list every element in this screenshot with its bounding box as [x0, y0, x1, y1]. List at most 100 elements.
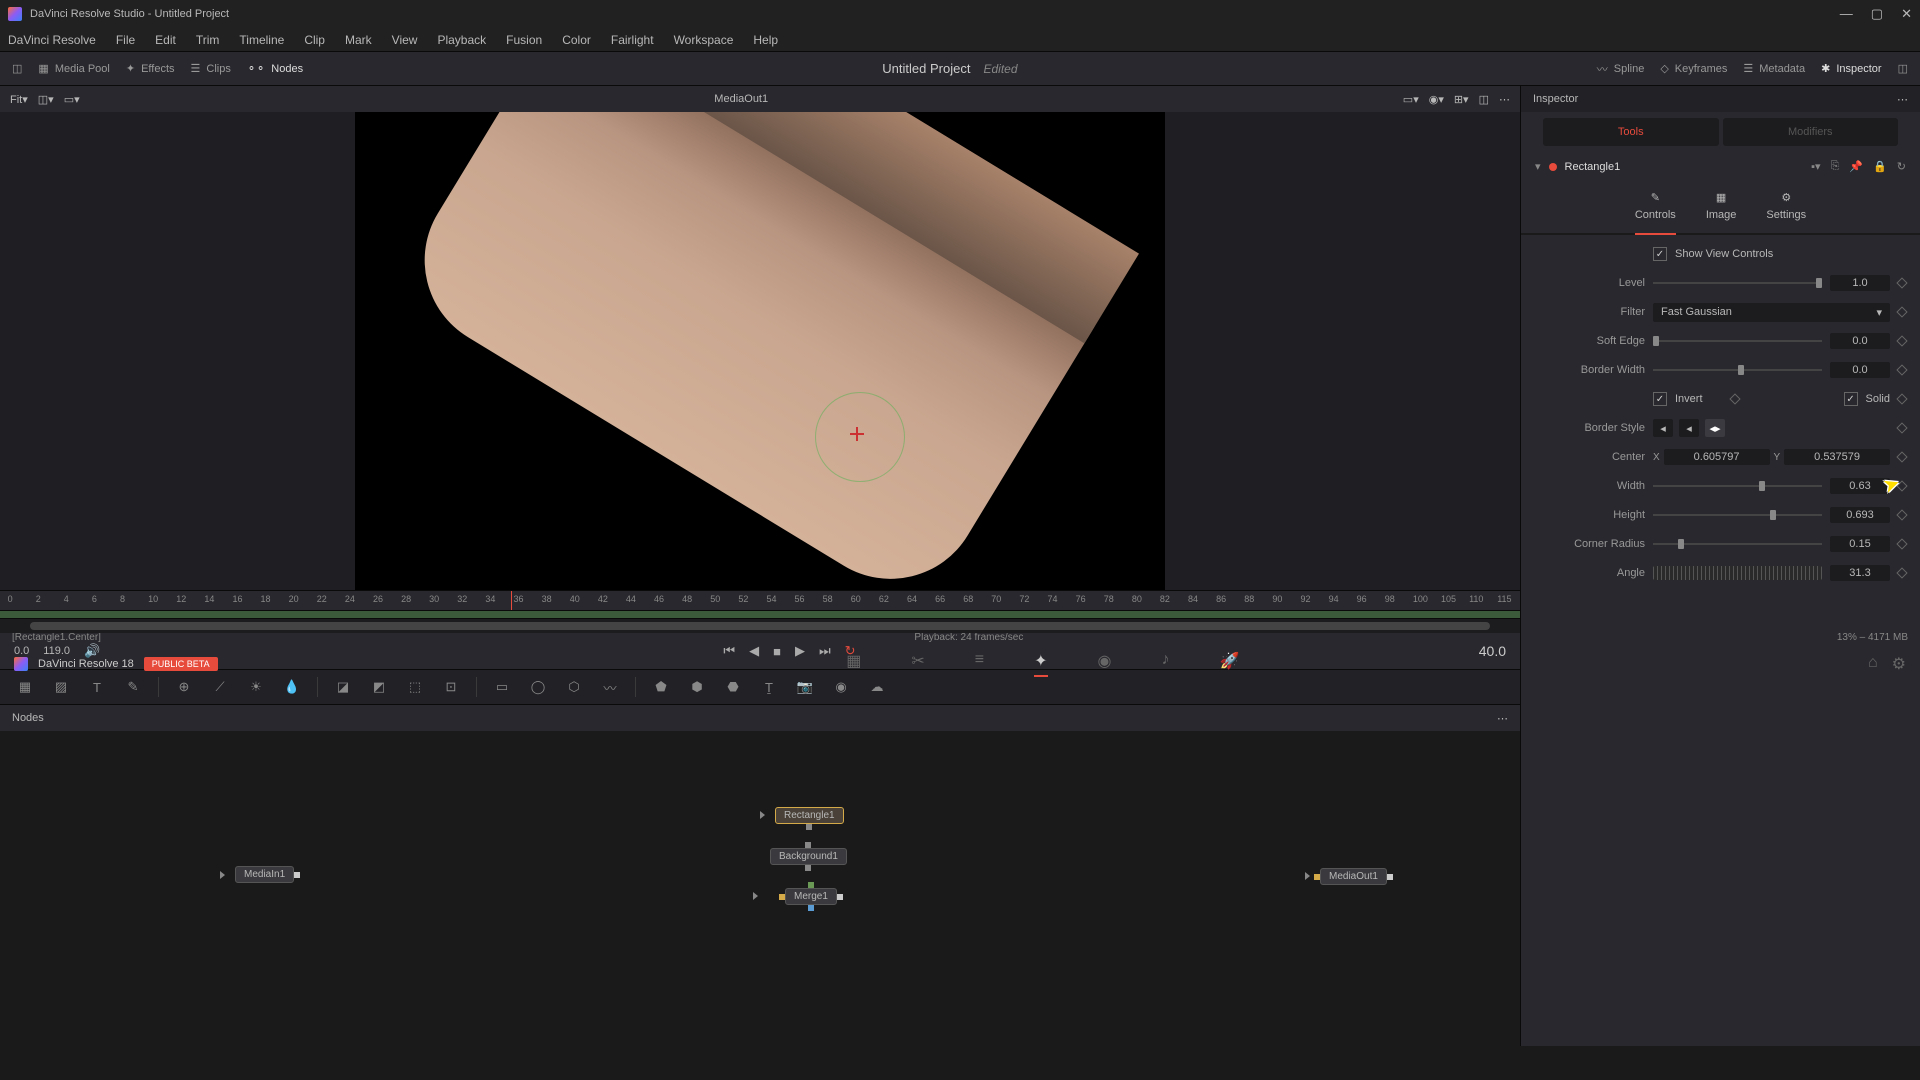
viewer-opt-2[interactable]: ◉▾ [1429, 93, 1444, 106]
center-marker[interactable] [845, 422, 869, 446]
tool-resize[interactable]: ⊡ [440, 676, 462, 698]
tool-3d-render[interactable]: ☁ [866, 676, 888, 698]
invert-keyframe[interactable] [1729, 393, 1740, 404]
fit-dropdown[interactable]: Fit▾ [10, 93, 28, 106]
version-icon[interactable]: ▪▾ [1811, 160, 1820, 173]
tool-3d-3[interactable]: ⬣ [722, 676, 744, 698]
menu-mark[interactable]: Mark [345, 33, 372, 47]
tool-3d-text[interactable]: Ṯ [758, 676, 780, 698]
menu-playback[interactable]: Playback [437, 33, 486, 47]
lock-icon[interactable]: 🔒 [1873, 160, 1887, 173]
tool-ellipse[interactable]: ◯ [527, 676, 549, 698]
corner-slider[interactable] [1653, 543, 1822, 545]
tab-modifiers[interactable]: Modifiers [1723, 118, 1899, 146]
borderstyle-3[interactable]: ◂▸ [1705, 419, 1725, 437]
tool-blur[interactable]: 💧 [281, 676, 303, 698]
effects-button[interactable]: ✦ Effects [126, 62, 175, 75]
home-icon[interactable]: ⌂ [1868, 654, 1878, 674]
menu-trim[interactable]: Trim [196, 33, 220, 47]
ctrl-tab-controls[interactable]: ✎Controls [1635, 189, 1676, 235]
tool-paint[interactable]: ✎ [122, 676, 144, 698]
level-slider[interactable] [1653, 282, 1822, 284]
menu-help[interactable]: Help [753, 33, 778, 47]
menu-timeline[interactable]: Timeline [239, 33, 284, 47]
node-rectangle[interactable]: Rectangle1 [775, 807, 844, 824]
menu-clip[interactable]: Clip [304, 33, 325, 47]
page-color[interactable]: ◉ [1098, 651, 1112, 677]
nodes-more-icon[interactable]: ⋯ [1497, 712, 1508, 725]
tool-3d-1[interactable]: ⬟ [650, 676, 672, 698]
viewer-opt-3[interactable]: ⊞▾ [1454, 93, 1469, 106]
tool-planar[interactable]: ⟋ [209, 676, 231, 698]
range-end[interactable]: 119.0 [43, 645, 70, 657]
viewer-split-icon[interactable]: ▭▾ [64, 93, 80, 106]
angle-keyframe[interactable] [1896, 567, 1907, 578]
nodes-button[interactable]: ⚬⚬ Nodes [247, 62, 303, 75]
menu-fusion[interactable]: Fusion [506, 33, 542, 47]
menu-view[interactable]: View [392, 33, 418, 47]
tool-background[interactable]: ▦ [14, 676, 36, 698]
borderwidth-value[interactable]: 0.0 [1830, 362, 1890, 378]
invert-check[interactable] [1653, 392, 1667, 406]
tool-3d-cam[interactable]: 📷 [794, 676, 816, 698]
solid-check[interactable] [1844, 392, 1858, 406]
current-frame[interactable]: 40.0 [1479, 643, 1506, 659]
menu-fairlight[interactable]: Fairlight [611, 33, 654, 47]
node-view-tri[interactable] [753, 892, 758, 900]
menu-color[interactable]: Color [562, 33, 591, 47]
softedge-value[interactable]: 0.0 [1830, 333, 1890, 349]
softedge-slider[interactable] [1653, 340, 1822, 342]
reset-icon[interactable]: ↻ [1897, 160, 1906, 173]
tool-3d-light[interactable]: ◉ [830, 676, 852, 698]
ctrl-tab-settings[interactable]: ⚙Settings [1766, 189, 1806, 225]
tool-transform[interactable]: ⬚ [404, 676, 426, 698]
borderstyle-keyframe[interactable] [1896, 422, 1907, 433]
borderwidth-slider[interactable] [1653, 369, 1822, 371]
height-value[interactable]: 0.693 [1830, 507, 1890, 523]
menu-workspace[interactable]: Workspace [674, 33, 734, 47]
settings-icon[interactable]: ⚙ [1892, 654, 1906, 674]
node-background[interactable]: Background1 [770, 848, 847, 865]
tool-bspline[interactable]: 〰 [599, 676, 621, 698]
center-y[interactable]: 0.537579 [1784, 449, 1890, 465]
expand-right-icon[interactable]: ◫ [1898, 62, 1908, 75]
center-keyframe[interactable] [1896, 451, 1907, 462]
viewport[interactable] [0, 112, 1520, 590]
node-view-tri[interactable] [1305, 872, 1310, 880]
height-slider[interactable] [1653, 514, 1822, 516]
corner-keyframe[interactable] [1896, 538, 1907, 549]
tool-tracker[interactable]: ⊕ [173, 676, 195, 698]
pin-icon[interactable]: 📌 [1849, 160, 1863, 173]
keyframes-button[interactable]: ◇ Keyframes [1660, 62, 1727, 75]
tool-polygon[interactable]: ⬡ [563, 676, 585, 698]
borderstyle-2[interactable]: ◂ [1679, 419, 1699, 437]
page-edit[interactable]: ≡ [975, 651, 984, 677]
node-mediain[interactable]: MediaIn1 [235, 866, 294, 883]
page-cut[interactable]: ✂ [911, 651, 924, 677]
enable-dot[interactable] [1549, 163, 1557, 171]
last-frame-button[interactable]: ⏭ [819, 643, 831, 659]
viewer-layout-icon[interactable]: ◫▾ [38, 93, 54, 106]
tool-rectangle[interactable]: ▭ [491, 676, 513, 698]
tool-text[interactable]: T [86, 676, 108, 698]
page-deliver[interactable]: 🚀 [1219, 651, 1239, 677]
height-keyframe[interactable] [1896, 509, 1907, 520]
spline-button[interactable]: 〰 Spline [1597, 61, 1645, 77]
tool-3d-2[interactable]: ⬢ [686, 676, 708, 698]
play-reverse-button[interactable]: ◀ [749, 643, 759, 659]
expand-icon[interactable]: ◫ [12, 62, 22, 75]
menu-edit[interactable]: Edit [155, 33, 176, 47]
metadata-button[interactable]: ☰ Metadata [1743, 62, 1805, 75]
node-view-tri[interactable] [220, 871, 225, 879]
tool-brightness[interactable]: ☀ [245, 676, 267, 698]
node-mediaout[interactable]: MediaOut1 [1320, 868, 1387, 885]
viewer-opt-1[interactable]: ▭▾ [1403, 93, 1419, 106]
playhead[interactable] [511, 591, 512, 610]
close-button[interactable]: ✕ [1901, 6, 1912, 22]
center-x[interactable]: 0.605797 [1664, 449, 1770, 465]
node-merge[interactable]: Merge1 [785, 888, 837, 905]
first-frame-button[interactable]: ⏮ [723, 643, 735, 659]
borderwidth-keyframe[interactable] [1896, 364, 1907, 375]
tool-merge[interactable]: ◪ [332, 676, 354, 698]
corner-value[interactable]: 0.15 [1830, 536, 1890, 552]
